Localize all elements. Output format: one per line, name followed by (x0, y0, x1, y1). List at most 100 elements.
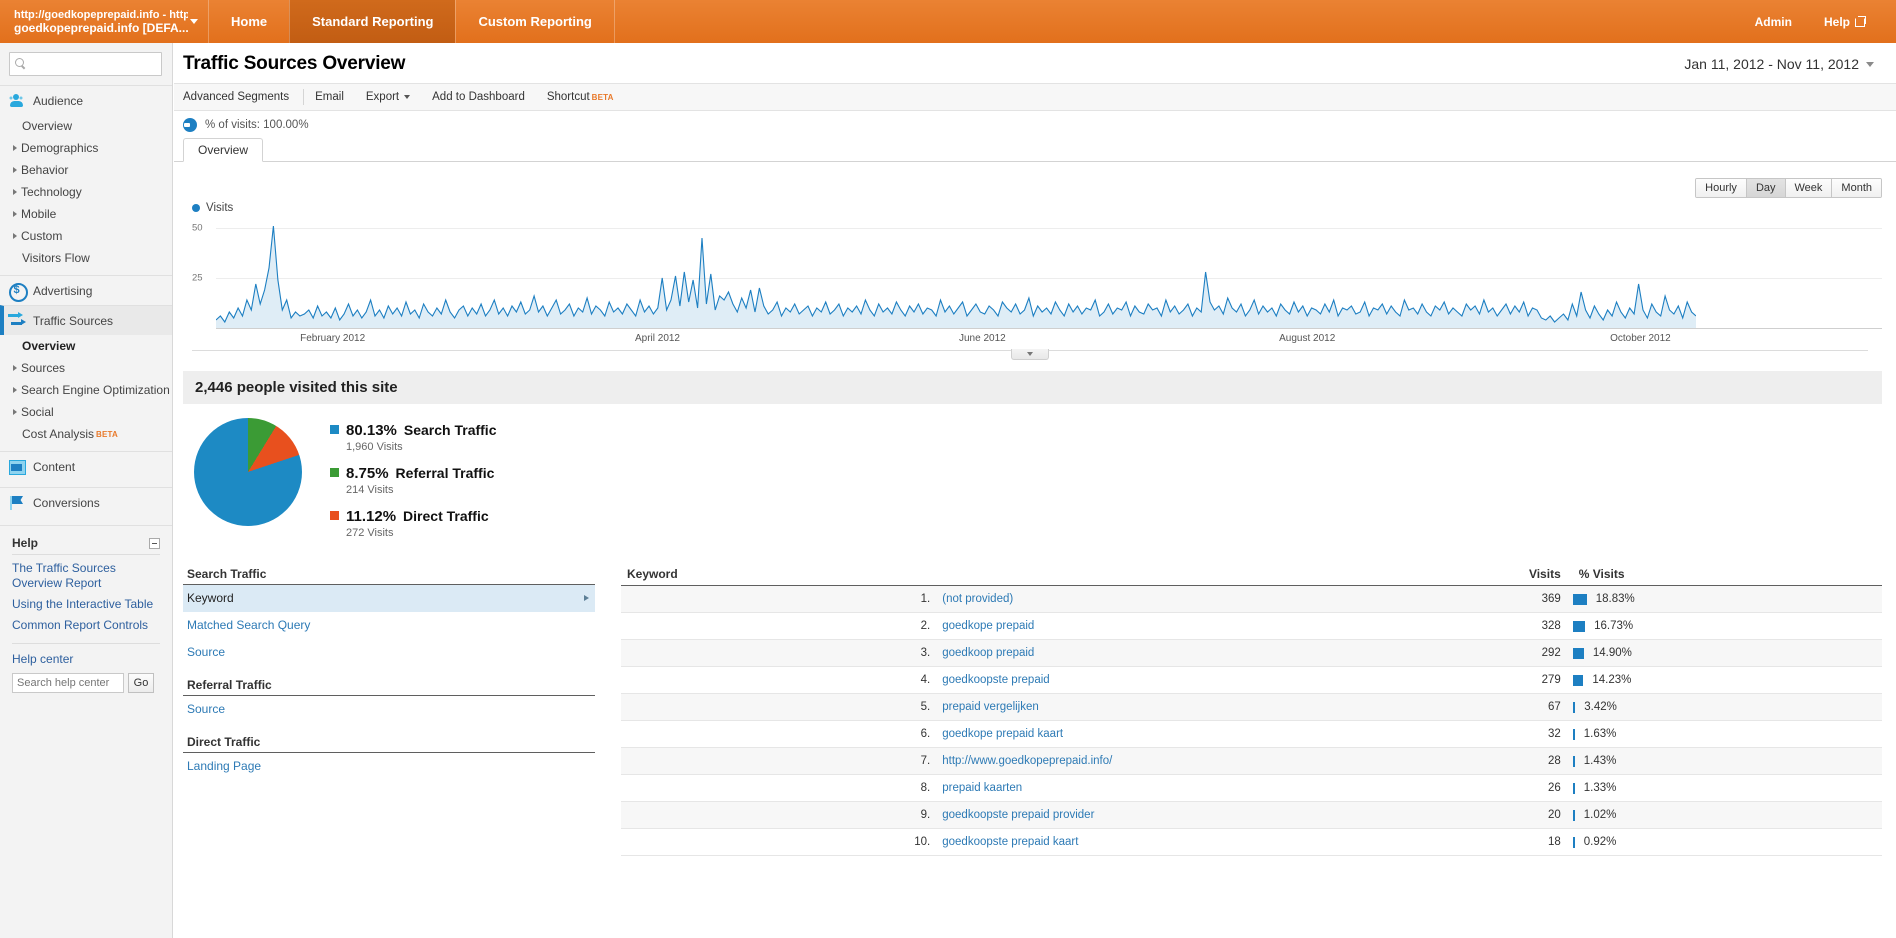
keyword-link[interactable]: http://www.goedkopeprepaid.info/ (942, 755, 1112, 767)
help-link-traffic-sources-overview[interactable]: The Traffic Sources Overview Report (12, 561, 160, 591)
sidebar-item-sources[interactable]: Sources (0, 357, 172, 379)
keyword-link[interactable]: (not provided) (942, 593, 1013, 605)
dimension-item-search-source[interactable]: Source (183, 639, 595, 666)
add-to-dashboard-button[interactable]: Add to Dashboard (421, 84, 536, 110)
sidebar-item-cost-analysis[interactable]: Cost Analysis BETA (0, 423, 172, 445)
sidebar-item-visitors-flow[interactable]: Visitors Flow (0, 247, 172, 269)
direct-traffic-pct: 11.12% (346, 508, 397, 525)
help-center-link[interactable]: Help center (12, 652, 73, 666)
granularity-hourly[interactable]: Hourly (1696, 179, 1747, 197)
sidebar-item-social[interactable]: Social (0, 401, 172, 423)
visits-line-plot[interactable]: 50 25 (192, 218, 1882, 328)
sidebar-item-mobile[interactable]: Mobile (0, 203, 172, 225)
dimension-label: Landing Page (187, 759, 262, 773)
table-row[interactable]: 9. goedkoopste prepaid provider 20 1.02% (621, 801, 1882, 829)
col-header-pct-visits[interactable]: % Visits (1566, 567, 1882, 586)
granularity-week[interactable]: Week (1785, 179, 1833, 197)
sidebar-section-audience[interactable]: Audience (0, 85, 172, 115)
keyword-link[interactable]: prepaid kaarten (942, 782, 1022, 794)
tab-overview[interactable]: Overview (183, 138, 264, 162)
keyword-link[interactable]: goedkoopste prepaid kaart (942, 836, 1078, 848)
help-search-go-button[interactable]: Go (128, 673, 154, 693)
table-row[interactable]: 7. http://www.goedkopeprepaid.info/28 1.43… (621, 747, 1882, 775)
chart-footer-rule (192, 349, 1868, 360)
table-row[interactable]: 4. goedkoopste prepaid 279 14.23% (621, 666, 1882, 694)
dimension-item-referral-source[interactable]: Source (183, 696, 595, 723)
segment-label[interactable]: % of visits: 100.00% (205, 119, 309, 131)
help-link-common-report-controls[interactable]: Common Report Controls (12, 618, 160, 633)
table-row[interactable]: 8. prepaid kaarten 26 1.33% (621, 774, 1882, 802)
visits-area-path (216, 225, 1696, 328)
keyword-link[interactable]: goedkoopste prepaid provider (942, 809, 1094, 821)
table-row[interactable]: 1. (not provided) 369 18.83% (621, 585, 1882, 613)
sidebar-section-conversions[interactable]: Conversions (0, 487, 172, 517)
chart-collapse-handle[interactable] (1011, 349, 1049, 360)
row-keyword-cell: http://www.goedkopeprepaid.info/ (936, 747, 1252, 775)
keyword-link[interactable]: goedkope prepaid kaart (942, 728, 1063, 740)
advanced-segments-button[interactable]: Advanced Segments (183, 84, 303, 110)
sidebar-item-technology[interactable]: Technology (0, 181, 172, 203)
advertising-icon (8, 282, 28, 302)
chevron-right-icon (13, 365, 17, 371)
sidebar-item-demographics[interactable]: Demographics (0, 137, 172, 159)
legend-swatch-direct (330, 511, 339, 520)
help-search-input[interactable] (12, 673, 124, 693)
granularity-day[interactable]: Day (1746, 179, 1786, 197)
date-range-picker[interactable]: Jan 11, 2012 - Nov 11, 2012 (1678, 53, 1880, 75)
help-link-interactive-table[interactable]: Using the Interactive Table (12, 597, 160, 612)
sidebar-item-custom[interactable]: Custom (0, 225, 172, 247)
sidebar-item-traffic-overview[interactable]: Overview (0, 335, 172, 357)
sidebar-section-content[interactable]: Content (0, 451, 172, 481)
x-axis-tick-label: August 2012 (1279, 333, 1336, 344)
help-search-row: Go (12, 673, 160, 693)
collapse-icon[interactable] (149, 537, 160, 549)
keyword-link[interactable]: goedkope prepaid (942, 620, 1034, 632)
sidebar-search-box[interactable] (9, 52, 162, 76)
table-row[interactable]: 6. goedkope prepaid kaart 32 1.63% (621, 720, 1882, 748)
sidebar-item-behavior[interactable]: Behavior (0, 159, 172, 181)
row-visits: 279 (1251, 666, 1567, 694)
dimension-label: Keyword (187, 591, 234, 605)
pct-visits-text: 3.42% (1584, 701, 1617, 713)
sidebar-section-advertising[interactable]: Advertising (0, 275, 172, 305)
help-link[interactable]: Help (1808, 15, 1882, 29)
dimension-item-landing-page[interactable]: Landing Page (183, 753, 595, 780)
granularity-month[interactable]: Month (1832, 179, 1881, 197)
sidebar-item-audience-overview[interactable]: Overview (0, 115, 172, 137)
pct-visits-bar (1572, 701, 1576, 713)
x-axis-tick-label: June 2012 (959, 333, 1006, 344)
chevron-right-icon (13, 167, 17, 173)
col-header-visits[interactable]: Visits (1251, 567, 1567, 586)
pct-visits-bar-wrap: 1.02% (1572, 809, 1876, 821)
keyword-link[interactable]: goedkoopste prepaid (942, 674, 1049, 686)
admin-link[interactable]: Admin (1739, 15, 1808, 29)
keyword-link[interactable]: prepaid vergelijken (942, 701, 1039, 713)
nav-tab-custom-reporting[interactable]: Custom Reporting (455, 0, 615, 43)
sidebar-item-seo[interactable]: Search Engine Optimization (0, 379, 172, 401)
email-button[interactable]: Email (304, 84, 355, 110)
table-row[interactable]: 3. goedkoop prepaid 292 14.90% (621, 639, 1882, 667)
pct-visits-text: 14.90% (1592, 647, 1632, 659)
keyword-link[interactable]: goedkoop prepaid (942, 647, 1034, 659)
sidebar-section-traffic-sources[interactable]: Traffic Sources (0, 305, 172, 335)
x-axis-tick-label: February 2012 (300, 333, 366, 344)
table-row[interactable]: 2. goedkope prepaid 328 16.73% (621, 612, 1882, 640)
table-row[interactable]: 5. prepaid vergelijken 67 3.42% (621, 693, 1882, 721)
pct-visits-bar (1572, 647, 1584, 659)
shortcut-button[interactable]: Shortcut BETA (536, 84, 625, 110)
chevron-down-icon (190, 19, 198, 24)
dimension-item-keyword[interactable]: Keyword (183, 585, 595, 612)
row-rank: 7. (621, 747, 937, 775)
sidebar-section-label: Conversions (33, 495, 100, 510)
nav-tab-standard-reporting[interactable]: Standard Reporting (289, 0, 456, 43)
table-row[interactable]: 10. goedkoopste prepaid kaart 18 0.92% (621, 828, 1882, 856)
dimension-item-matched-search-query[interactable]: Matched Search Query (183, 612, 595, 639)
search-icon (15, 58, 27, 70)
account-switcher[interactable]: http://goedkopeprepaid.info - http:... g… (0, 0, 208, 43)
search-input[interactable] (27, 57, 156, 71)
nav-tab-home[interactable]: Home (208, 0, 289, 43)
export-button[interactable]: Export (355, 84, 421, 110)
primary-nav: Home Standard Reporting Custom Reporting (208, 0, 615, 43)
col-header-keyword[interactable]: Keyword (621, 567, 1252, 586)
pct-visits-text: 1.33% (1583, 782, 1617, 794)
